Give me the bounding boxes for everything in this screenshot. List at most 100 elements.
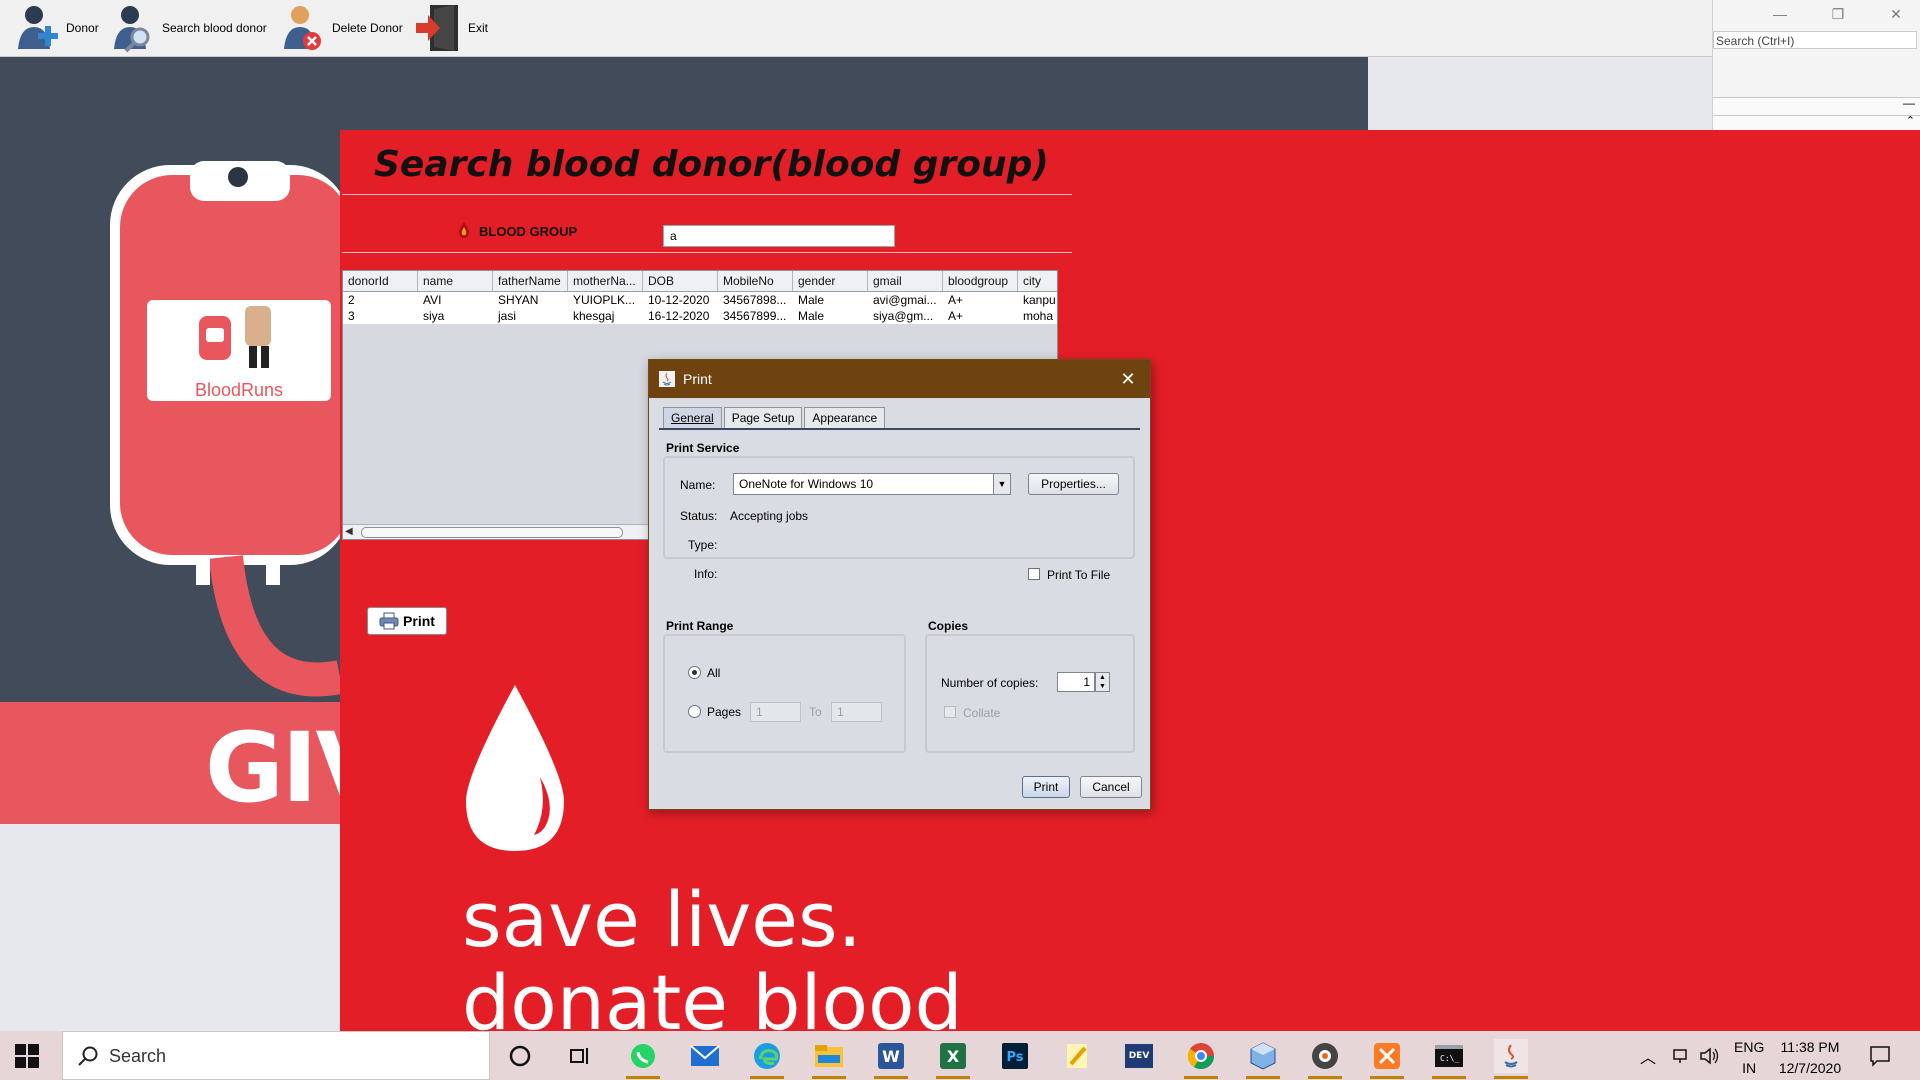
print-service-title: Print Service [666,441,740,455]
table-cell: jasi [498,309,517,323]
tab-appearance[interactable]: Appearance [804,407,886,428]
column-header[interactable]: donorId [343,271,418,291]
blood-drop-graphic [466,685,564,851]
column-header[interactable]: fatherName [493,271,568,291]
print-button[interactable]: Print [367,607,447,635]
pages-radio[interactable] [688,705,701,718]
table-row[interactable]: 3 siya jasi khesgaj 16-12-2020 34567899.… [343,308,1057,324]
tab-general[interactable]: General [663,407,722,428]
column-header[interactable]: name [418,271,493,291]
table-cell: moha [1023,309,1054,323]
media-icon[interactable] [1308,1039,1342,1079]
ide-panel-header: — [1713,96,1920,116]
print-to-file-label: Print To File [1047,568,1111,582]
excel-icon[interactable]: X [936,1039,970,1079]
number-of-copies-label: Number of copies: [941,676,1039,690]
print-range-group [663,634,906,753]
running-indicator [1432,1076,1466,1079]
running-indicator [1246,1076,1280,1079]
print-to-file-checkbox[interactable] [1028,568,1040,580]
clock-time: 11:38 PM [1780,1039,1840,1055]
close-icon[interactable]: ✕ [1881,4,1911,24]
collate-checkbox [944,706,956,718]
scroll-left-icon[interactable]: ◀ [345,526,353,537]
word-icon[interactable]: W [874,1039,908,1079]
edge-icon[interactable] [750,1039,784,1079]
properties-button[interactable]: Properties... [1028,473,1119,495]
mail-icon[interactable] [688,1039,722,1073]
blood-drop-icon [458,222,470,238]
name-label: Name: [680,478,716,492]
cortana-icon[interactable] [503,1039,537,1073]
windows-start-icon[interactable] [14,1043,40,1069]
exit-button[interactable]: Exit [414,2,488,54]
exit-label: Exit [468,21,489,35]
copies-spinner[interactable]: ▲ ▼ [1095,672,1110,692]
table-cell: A+ [948,309,964,323]
blood-group-input[interactable] [663,225,895,247]
notifications-icon[interactable] [1869,1045,1891,1067]
taskbar-search-box[interactable]: Search [62,1031,490,1080]
copies-input[interactable]: 1 [1057,672,1095,692]
running-indicator [626,1076,660,1079]
tab-page-setup[interactable]: Page Setup [723,407,803,428]
notes-icon[interactable] [1060,1039,1094,1073]
running-indicator [936,1076,970,1079]
minimize-icon[interactable]: — [1765,4,1795,24]
chevron-up-icon[interactable]: ︿ [1640,1044,1656,1068]
virtualbox-icon[interactable] [1246,1039,1280,1079]
terminal-icon[interactable]: C:\_ [1432,1039,1466,1079]
volume-icon[interactable] [1699,1046,1721,1066]
java-app-icon[interactable] [1494,1039,1528,1079]
print-button-label: Print [403,613,435,629]
running-indicator [1308,1076,1342,1079]
dev-cpp-icon[interactable]: DEV [1122,1039,1156,1073]
taskbar-search-text: Search [109,1046,167,1066]
printer-name-select[interactable]: OneNote for Windows 10 ▼ [733,473,1011,495]
delete-donor-button[interactable]: Delete Donor [280,2,403,54]
type-label: Type: [688,538,718,552]
column-header[interactable]: city [1018,271,1057,291]
language-indicator[interactable]: ENG IN [1734,1037,1764,1079]
ide-search-input[interactable]: Search (Ctrl+I) [1713,31,1917,49]
running-indicator [1370,1076,1404,1079]
whatsapp-icon[interactable] [626,1039,660,1079]
ide-side-panel: — ❐ ✕ Search (Ctrl+I) — ⌃ [1712,0,1920,130]
scrollbar-thumb[interactable] [361,527,623,538]
column-header[interactable]: gender [793,271,868,291]
search-blood-donor-button[interactable]: Search blood donor [110,2,267,54]
svg-text:W: W [882,1047,900,1066]
column-header[interactable]: motherNa... [568,271,643,291]
chrome-icon[interactable] [1184,1039,1218,1079]
running-indicator [812,1076,846,1079]
donor-button[interactable]: Donor [14,2,99,54]
close-icon[interactable]: ✕ [1116,367,1140,391]
minimize-panel-icon[interactable]: — [1903,96,1915,110]
column-header[interactable]: bloodgroup [943,271,1018,291]
all-pages-radio[interactable] [688,666,701,679]
poster-light-strip [1368,57,1712,130]
table-cell: 10-12-2020 [648,293,710,307]
dialog-cancel-button[interactable]: Cancel [1080,776,1142,798]
all-pages-label: All [707,666,721,680]
column-header[interactable]: gmail [868,271,943,291]
network-icon[interactable] [1671,1046,1691,1066]
chevron-up-icon[interactable]: ⌃ [1906,114,1915,127]
table-row[interactable]: 2 AVI SHYAN YUIOPLK... 10-12-2020 345678… [343,292,1057,308]
spin-down-icon[interactable]: ▼ [1096,682,1109,691]
column-header[interactable]: MobileNo [718,271,793,291]
dialog-titlebar[interactable]: Print ✕ [649,360,1150,398]
clock[interactable]: 11:38 PM 12/7/2020 [1772,1037,1848,1079]
column-header[interactable]: DOB [643,271,718,291]
delete-donor-label: Delete Donor [332,21,403,35]
xampp-icon[interactable] [1370,1039,1404,1079]
restore-icon[interactable]: ❐ [1823,4,1853,24]
task-view-icon[interactable] [563,1039,597,1073]
spin-up-icon[interactable]: ▲ [1096,673,1109,682]
photoshop-icon[interactable]: Ps [998,1039,1032,1073]
dialog-print-button[interactable]: Print [1022,776,1070,798]
search-donor-icon [114,6,150,53]
file-explorer-icon[interactable] [812,1039,846,1079]
table-cell: 34567898... [723,293,787,307]
print-service-group [663,456,1135,559]
